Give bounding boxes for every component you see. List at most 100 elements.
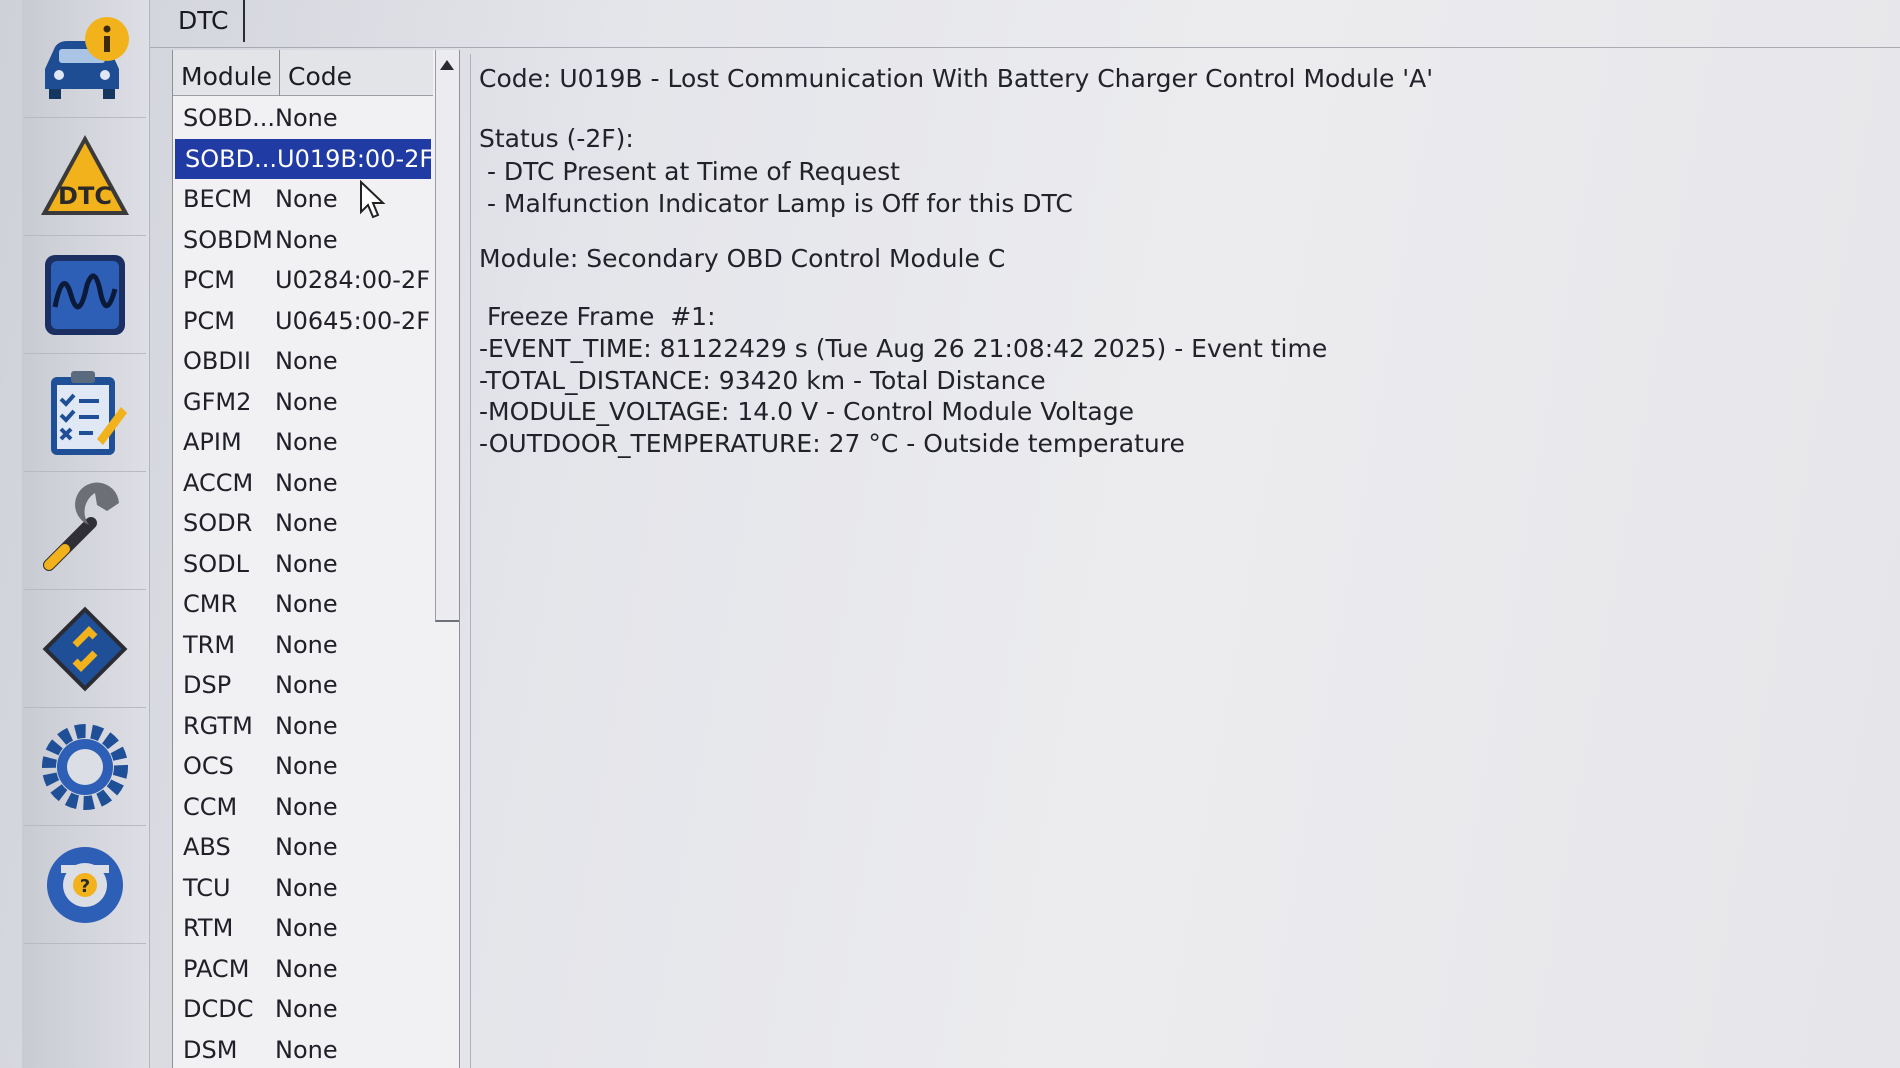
mouse-cursor-icon xyxy=(360,180,386,219)
list-item[interactable]: TRM None xyxy=(173,625,435,666)
module-cell: SOBD... xyxy=(185,144,277,173)
list-item[interactable]: DCDC None xyxy=(173,989,435,1030)
module-cell: RTM xyxy=(183,914,234,943)
code-cell: None xyxy=(275,833,338,862)
list-item[interactable]: SOBDM None xyxy=(173,220,435,261)
scroll-up-arrow-icon[interactable] xyxy=(440,60,454,70)
vehicle-info-button[interactable] xyxy=(24,0,146,118)
settings-button[interactable] xyxy=(24,708,146,826)
module-cell: DCDC xyxy=(183,995,254,1024)
code-cell: None xyxy=(275,509,338,538)
left-toolbar: DTC ? xyxy=(22,0,150,1068)
list-item[interactable]: APIM None xyxy=(173,422,435,463)
column-header-module[interactable]: Module xyxy=(173,50,280,96)
status-item: - DTC Present at Time of Request xyxy=(479,157,900,186)
dtc-button[interactable]: DTC xyxy=(24,118,146,236)
code-cell: None xyxy=(275,468,338,497)
list-item[interactable]: GFM2 None xyxy=(173,382,435,423)
help-icon-label: ? xyxy=(80,876,90,897)
list-header: Module Code xyxy=(173,50,433,96)
list-rows: SOBD... None SOBD... U019B:00-2F BECM None SOB… xyxy=(173,98,435,1068)
code-cell: None xyxy=(275,1035,338,1064)
list-item[interactable]: PCM U0284:00-2F xyxy=(173,260,435,301)
list-item[interactable]: TCU None xyxy=(173,868,435,909)
code-cell: None xyxy=(275,954,338,983)
module-programming-button[interactable] xyxy=(24,590,146,708)
code-cell: None xyxy=(275,185,338,214)
module-cell: DSP xyxy=(183,671,232,700)
module-cell: RGTM xyxy=(183,711,253,740)
wrench-icon xyxy=(43,482,119,571)
list-item[interactable]: CMR None xyxy=(173,584,435,625)
code-cell: None xyxy=(275,914,338,943)
dtc-code-line: Code: U019B - Lost Communication With Ba… xyxy=(479,64,1434,93)
list-item[interactable]: DSM None xyxy=(173,1030,435,1068)
dtc-detail-panel: Code: U019B - Lost Communication With Ba… xyxy=(470,54,1900,1068)
module-cell: APIM xyxy=(183,428,242,457)
code-cell: None xyxy=(275,711,338,740)
code-cell: None xyxy=(275,387,338,416)
tab-dtc[interactable]: DTC xyxy=(164,0,245,42)
module-cell: SODR xyxy=(183,509,253,538)
status-item: - Malfunction Indicator Lamp is Off for … xyxy=(479,189,1073,218)
module-cell: CCM xyxy=(183,792,238,821)
dtc-list: Module Code SOBD... None SOBD... U019B:00-2… xyxy=(172,50,460,1068)
help-icon: ? xyxy=(47,846,123,923)
column-header-code[interactable]: Code xyxy=(280,50,433,96)
code-cell: None xyxy=(275,225,338,254)
list-item[interactable]: PACM None xyxy=(173,949,435,990)
list-item[interactable]: ACCM None xyxy=(173,463,435,504)
module-cell: SOBD... xyxy=(183,104,275,133)
list-item[interactable]: PCM U0645:00-2F xyxy=(173,301,435,342)
code-cell: None xyxy=(275,590,338,619)
code-cell: None xyxy=(275,873,338,902)
module-cell: PCM xyxy=(183,306,235,335)
list-scrollbar[interactable] xyxy=(435,50,459,622)
freeze-frame-title: Freeze Frame #1: xyxy=(479,302,716,331)
code-cell: None xyxy=(275,995,338,1024)
code-cell: None xyxy=(275,104,338,133)
list-item[interactable]: BECM None xyxy=(173,179,435,220)
list-item[interactable]: ABS None xyxy=(173,827,435,868)
list-item[interactable]: OBDII None xyxy=(173,341,435,382)
checklist-icon xyxy=(51,370,127,455)
list-item[interactable]: SODR None xyxy=(173,503,435,544)
list-item[interactable]: RGTM None xyxy=(173,706,435,747)
tab-strip: DTC xyxy=(150,0,1900,48)
module-chip-icon xyxy=(42,606,128,691)
code-cell: U0645:00-2F xyxy=(275,306,431,335)
module-cell: GFM2 xyxy=(183,387,252,416)
code-cell: None xyxy=(275,428,338,457)
list-item[interactable]: SODL None xyxy=(173,544,435,585)
code-cell: None xyxy=(275,752,338,781)
module-cell: OCS xyxy=(183,752,234,781)
list-item[interactable]: SOBD... None xyxy=(173,98,435,139)
module-cell: BECM xyxy=(183,185,253,214)
code-cell: U019B:00-2F xyxy=(277,144,431,173)
vehicle-info-icon xyxy=(45,16,129,99)
code-cell: None xyxy=(275,549,338,578)
module-line: Module: Secondary OBD Control Module C xyxy=(479,244,1006,273)
list-item[interactable]: OCS None xyxy=(173,746,435,787)
code-cell: None xyxy=(275,792,338,821)
list-item[interactable]: DSP None xyxy=(173,665,435,706)
module-cell: ABS xyxy=(183,833,231,862)
service-button[interactable] xyxy=(24,472,146,590)
freeze-frame-item: -TOTAL_DISTANCE: 93420 km - Total Distan… xyxy=(479,366,1046,395)
list-item[interactable]: RTM None xyxy=(173,908,435,949)
module-cell: SODL xyxy=(183,549,249,578)
app-window: DTC ? DTC Module Code SOBD... None SOBD.… xyxy=(0,0,1900,1068)
help-button[interactable]: ? xyxy=(24,826,146,944)
module-cell: PCM xyxy=(183,266,235,295)
oscilloscope-button[interactable] xyxy=(24,236,146,354)
module-cell: TRM xyxy=(183,630,236,659)
checklist-button[interactable] xyxy=(24,354,146,472)
list-item[interactable]: CCM None xyxy=(173,787,435,828)
module-cell: TCU xyxy=(183,873,231,902)
gear-icon xyxy=(42,723,128,810)
list-item[interactable]: SOBD... U019B:00-2F xyxy=(175,138,431,179)
module-cell: PACM xyxy=(183,954,250,983)
freeze-frame-item: -OUTDOOR_TEMPERATURE: 27 °C - Outside te… xyxy=(479,429,1185,458)
dtc-warning-icon: DTC xyxy=(41,134,129,215)
dtc-icon-label: DTC xyxy=(58,182,112,210)
